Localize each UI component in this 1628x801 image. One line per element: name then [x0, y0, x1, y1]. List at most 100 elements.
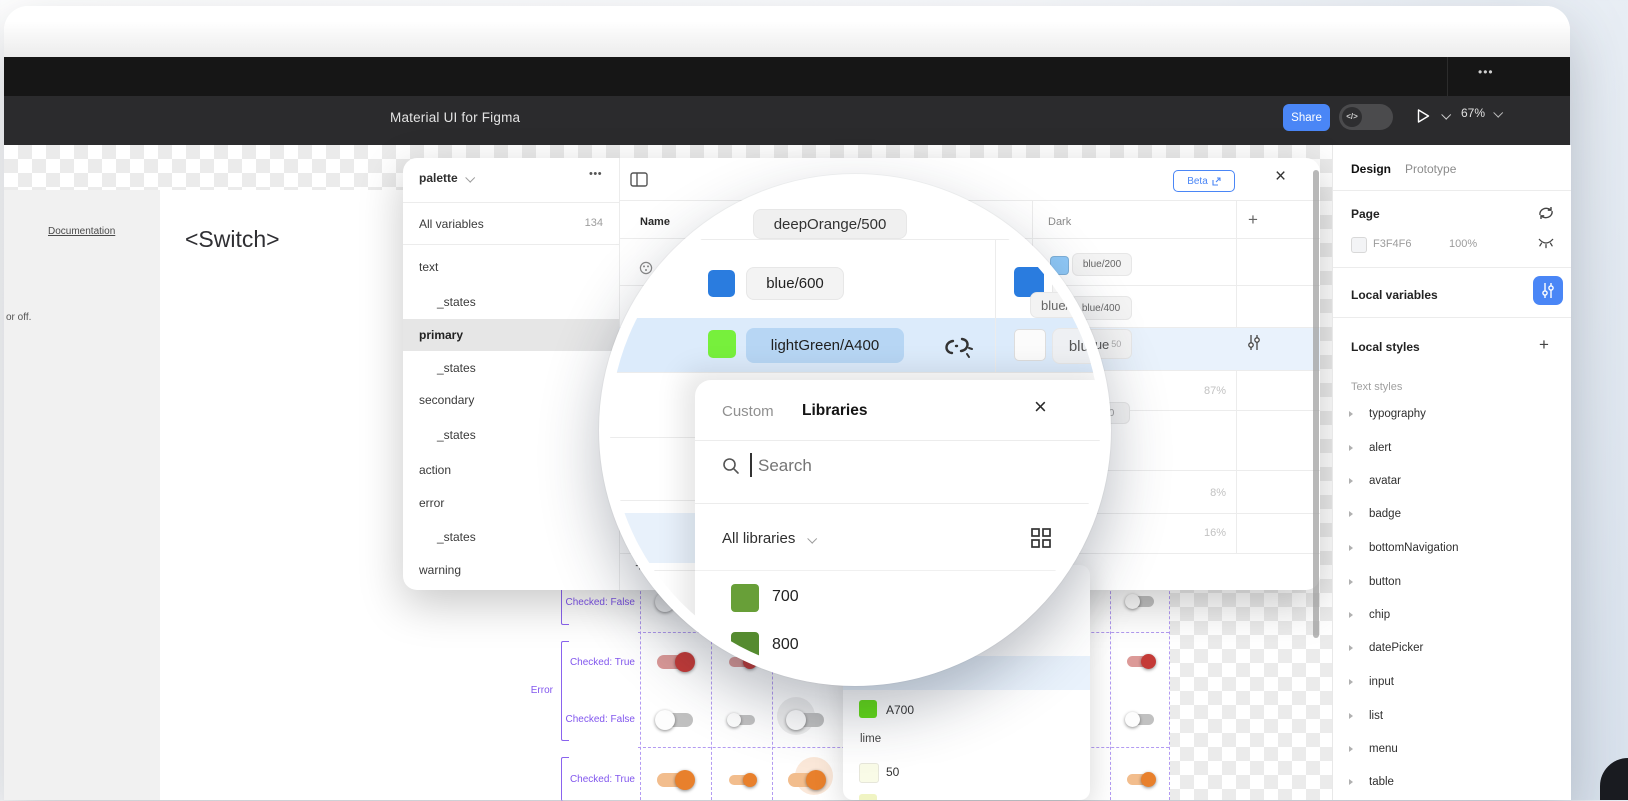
broken-link-icon [940, 332, 974, 360]
nav-subgroup[interactable]: _states [437, 360, 476, 376]
library-item[interactable]: 800 [772, 636, 799, 654]
nav-group[interactable]: secondary [419, 392, 474, 408]
documentation-link[interactable]: Documentation [48, 226, 115, 237]
divider [610, 437, 698, 438]
nav-group[interactable]: error [419, 495, 444, 511]
close-modal-button[interactable]: × [1275, 166, 1286, 188]
text-style-item[interactable]: bottomNavigation [1369, 542, 1459, 554]
text-style-item[interactable]: avatar [1369, 475, 1401, 487]
nav-subgroup[interactable]: _states [437, 294, 476, 310]
chevron-right-icon[interactable] [1349, 411, 1353, 417]
opacity-value: 87% [1146, 385, 1226, 397]
text-style-item[interactable]: badge [1369, 508, 1401, 520]
switch-off[interactable] [657, 713, 693, 727]
beta-label: Beta [1187, 176, 1208, 187]
dev-mode-toggle[interactable]: </> [1339, 104, 1393, 130]
switch-off[interactable] [1127, 596, 1154, 607]
chevron-right-icon[interactable] [1349, 545, 1353, 551]
library-item[interactable]: A700 [886, 703, 914, 717]
color-swatch-a700 [859, 700, 877, 718]
tab-prototype[interactable]: Prototype [1405, 162, 1456, 176]
group-label-error: Error [505, 685, 553, 696]
switch-off[interactable] [1127, 714, 1154, 725]
switch-on-warning[interactable] [1127, 774, 1154, 785]
close-dialog-button[interactable]: × [1034, 394, 1047, 420]
present-button[interactable] [1416, 103, 1456, 129]
text-style-item[interactable]: button [1369, 576, 1401, 588]
adjust-sliders-icon[interactable] [1247, 334, 1261, 351]
grid-line [1110, 556, 1111, 800]
page-section-label: Page [1351, 207, 1380, 221]
nav-group[interactable]: text [419, 259, 438, 275]
tab-custom[interactable]: Custom [722, 403, 774, 420]
divider [1333, 317, 1571, 318]
tab-libraries[interactable]: Libraries [802, 402, 867, 420]
text-style-item[interactable]: input [1369, 676, 1394, 688]
chevron-right-icon[interactable] [1349, 779, 1353, 785]
cycle-modes-icon[interactable] [1537, 206, 1555, 220]
nav-group[interactable]: warning [419, 562, 461, 578]
chevron-right-icon[interactable] [1349, 612, 1353, 618]
text-style-item[interactable]: chip [1369, 609, 1390, 621]
chevron-right-icon[interactable] [1349, 579, 1353, 585]
chevron-right-icon[interactable] [1349, 511, 1353, 517]
switch-on-warning[interactable] [657, 773, 693, 787]
text-style-item[interactable]: typography [1369, 408, 1426, 420]
library-item[interactable]: 700 [772, 588, 799, 606]
text-style-item[interactable]: alert [1369, 442, 1391, 454]
nav-group-selected[interactable]: primary [419, 327, 463, 343]
text-style-item[interactable]: table [1369, 776, 1394, 788]
search-icon [722, 457, 740, 475]
column-header-dark: Dark [1048, 216, 1071, 228]
library-section-label: lime [860, 733, 881, 745]
divider [403, 244, 619, 245]
window-menu-button[interactable]: ••• [1478, 65, 1494, 79]
zoom-menu[interactable]: 67% [1461, 106, 1501, 120]
text-style-item[interactable]: datePicker [1369, 642, 1423, 654]
chevron-right-icon[interactable] [1349, 645, 1353, 651]
library-filter-dropdown[interactable]: All libraries [722, 530, 815, 547]
chevron-right-icon[interactable] [1349, 478, 1353, 484]
artboard-title: <Switch> [185, 226, 280, 253]
add-mode-button[interactable]: + [1248, 210, 1258, 230]
tab-design[interactable]: Design [1351, 162, 1391, 176]
open-variables-button[interactable] [1533, 276, 1563, 305]
page-opacity[interactable]: 100% [1449, 238, 1477, 250]
switch-off[interactable] [729, 715, 755, 725]
share-button[interactable]: Share [1283, 104, 1330, 131]
collection-dropdown[interactable]: palette [419, 171, 473, 185]
file-title[interactable]: Material UI for Figma [390, 110, 520, 125]
chevron-right-icon[interactable] [1349, 679, 1353, 685]
modal-scrollbar[interactable] [1313, 170, 1319, 638]
text-style-item[interactable]: list [1369, 710, 1383, 722]
nav-all-variables[interactable]: All variables [419, 216, 484, 232]
page-color-hex[interactable]: F3F4F6 [1373, 238, 1412, 250]
chevron-right-icon[interactable] [1349, 746, 1353, 752]
switch-on-error[interactable] [657, 655, 693, 669]
switch-off-focused[interactable] [788, 713, 824, 727]
page-color-swatch[interactable] [1351, 237, 1367, 253]
nav-subgroup[interactable]: _states [437, 427, 476, 443]
hidden-eye-icon[interactable] [1538, 238, 1554, 249]
search-input[interactable] [756, 452, 1010, 480]
switch-on-warning[interactable] [729, 775, 755, 785]
chevron-right-icon[interactable] [1349, 445, 1353, 451]
divider [610, 372, 1100, 373]
collection-menu-button[interactable]: ••• [589, 168, 602, 180]
chevron-right-icon[interactable] [1349, 713, 1353, 719]
divider [610, 570, 698, 571]
beta-badge[interactable]: Beta [1173, 170, 1235, 192]
variables-nav-panel: palette ••• All variables 134 text _stat… [403, 158, 620, 590]
opacity-value: 8% [1146, 487, 1226, 499]
nav-group[interactable]: action [419, 462, 451, 478]
grid-view-icon[interactable] [1030, 527, 1052, 549]
switch-on-error[interactable] [1127, 656, 1154, 667]
toggle-sidebar-icon[interactable] [630, 172, 648, 187]
switch-on-warning-focused[interactable] [788, 773, 824, 787]
nav-subgroup[interactable]: _states [437, 529, 476, 545]
value-chip-magnified: blue/600 [746, 267, 844, 300]
library-item[interactable]: 50 [886, 765, 899, 779]
text-styles-label: Text styles [1351, 381, 1402, 393]
add-style-button[interactable]: + [1539, 335, 1549, 355]
text-style-item[interactable]: menu [1369, 743, 1398, 755]
